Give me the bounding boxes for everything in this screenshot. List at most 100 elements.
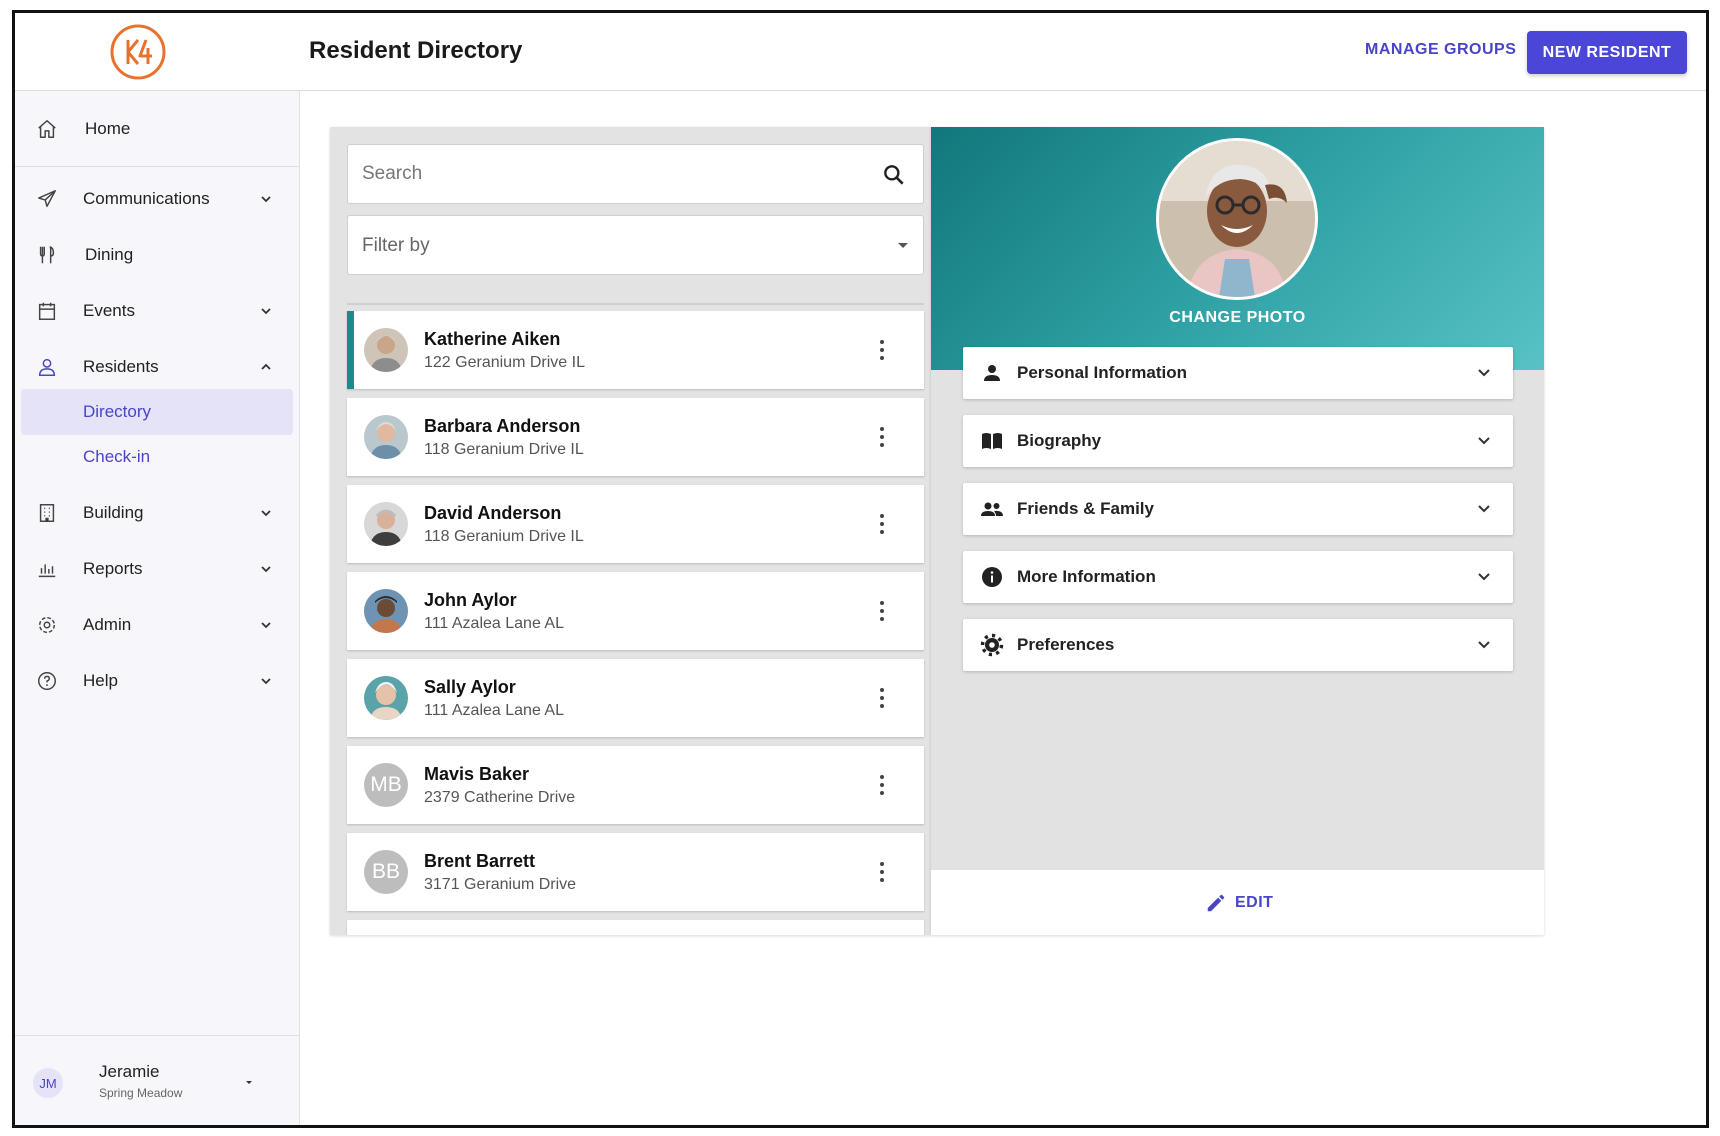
more-vert-icon[interactable]	[875, 338, 889, 362]
more-vert-icon[interactable]	[875, 686, 889, 710]
resident-name: Brent Barrett	[424, 851, 536, 871]
more-vert-icon[interactable]	[875, 860, 889, 884]
more-vert-icon[interactable]	[875, 773, 889, 797]
edit-button-content: EDIT	[1205, 892, 1273, 914]
sidebar-item-label: Home	[85, 119, 131, 138]
more-vert-icon[interactable]	[875, 599, 889, 623]
sidebar-item-label: Reports	[83, 559, 143, 578]
app-window: Resident Directory MANAGE GROUPS NEW RES…	[12, 10, 1709, 1128]
resident-photo	[364, 328, 408, 372]
person-icon	[984, 365, 1000, 381]
resident-address: 118 Geranium Drive IL	[424, 441, 584, 458]
manage-groups-button[interactable]: MANAGE GROUPS	[1365, 41, 1516, 59]
profile-header: CHANGE PHOTO	[931, 127, 1544, 370]
resident-detail-panel: CHANGE PHOTO Personal Information Biogra…	[931, 127, 1544, 935]
calendar-icon	[35, 299, 59, 323]
home-icon	[35, 117, 59, 141]
search-field[interactable]	[347, 144, 924, 204]
section-label: Friends & Family	[1017, 499, 1154, 518]
resident-card[interactable]: Barbara Anderson 118 Geranium Drive IL	[347, 398, 924, 476]
sidebar-item-communications[interactable]: Communications	[15, 171, 299, 227]
resident-photo	[364, 589, 408, 633]
sidebar-item-events[interactable]: Events	[15, 283, 299, 339]
resident-photo	[364, 676, 408, 720]
search-icon[interactable]	[881, 162, 907, 188]
section-personal-information[interactable]: Personal Information	[963, 347, 1513, 399]
chevron-down-icon	[261, 566, 271, 573]
chevron-down-icon	[261, 678, 271, 685]
k4-logo[interactable]	[108, 22, 168, 82]
info-icon	[982, 567, 1002, 587]
sidebar-item-reports[interactable]: Reports	[15, 541, 299, 597]
resident-initials-avatar: BB	[364, 850, 408, 894]
resident-name: Katherine Aiken	[424, 329, 561, 349]
utensils-icon	[35, 243, 59, 267]
resident-card[interactable]: BB Brent Barrett 3171 Geranium Drive	[347, 833, 924, 911]
more-vert-icon[interactable]	[875, 512, 889, 536]
sidebar-item-directory[interactable]: Directory	[21, 389, 293, 435]
chevron-down-icon	[1478, 573, 1490, 581]
section-more-information[interactable]: More Information	[963, 551, 1513, 603]
avatar: JM	[33, 1068, 63, 1098]
resident-address: 2379 Catherine Drive	[424, 789, 576, 806]
resident-card-partial[interactable]	[347, 920, 924, 935]
resident-card[interactable]: Sally Aylor 111 Azalea Lane AL	[347, 659, 924, 737]
resident-list: Katherine Aiken 122 Geranium Drive IL Ba…	[347, 311, 924, 935]
new-resident-button[interactable]: NEW RESIDENT	[1527, 31, 1687, 74]
sidebar-item-label: Communications	[83, 189, 210, 208]
chevron-down-icon	[1478, 641, 1490, 649]
filter-select[interactable]: Filter by	[347, 215, 924, 275]
send-icon	[35, 187, 59, 211]
sidebar-item-label: Dining	[85, 245, 134, 264]
sidebar-item-residents[interactable]: Residents	[15, 339, 299, 395]
sidebar-item-label: Events	[83, 301, 135, 320]
sidebar-item-help[interactable]: Help	[15, 653, 299, 709]
chevron-down-icon	[261, 622, 271, 629]
section-label: More Information	[1017, 567, 1156, 586]
user-menu[interactable]: JM Jeramie Spring Meadow	[15, 1035, 299, 1125]
resident-photo	[364, 415, 408, 459]
profile-photo[interactable]	[1156, 138, 1318, 300]
resident-name: Sally Aylor	[424, 677, 516, 697]
resident-card[interactable]: Katherine Aiken 122 Geranium Drive IL	[347, 311, 924, 389]
resident-card[interactable]: David Anderson 118 Geranium Drive IL	[347, 485, 924, 563]
resident-name: David Anderson	[424, 503, 562, 523]
book-icon	[982, 433, 1002, 449]
search-input[interactable]	[362, 145, 862, 203]
sidebar: Home Communications Dining Events Reside…	[15, 91, 300, 1125]
sidebar-item-label: Admin	[83, 615, 132, 634]
edit-label: EDIT	[1235, 894, 1274, 911]
chevron-down-icon	[261, 308, 271, 315]
page-title: Resident Directory	[309, 37, 523, 64]
chevron-down-icon	[1478, 505, 1490, 513]
resident-address: 111 Azalea Lane AL	[424, 615, 564, 632]
more-vert-icon[interactable]	[875, 425, 889, 449]
resident-name: Mavis Baker	[424, 764, 530, 784]
resident-name: John Aylor	[424, 590, 517, 610]
sidebar-item-building[interactable]: Building	[15, 485, 299, 541]
sidebar-item-checkin[interactable]: Check-in	[21, 434, 293, 480]
edit-button[interactable]: EDIT	[931, 869, 1544, 935]
resident-card[interactable]: MB Mavis Baker 2379 Catherine Drive	[347, 746, 924, 824]
sidebar-item-label: Residents	[83, 357, 159, 376]
section-label: Personal Information	[1017, 363, 1188, 382]
section-preferences[interactable]: Preferences	[963, 619, 1513, 671]
building-icon	[35, 501, 59, 525]
gear-icon	[35, 613, 59, 637]
chevron-down-icon	[1478, 437, 1490, 445]
resident-card[interactable]: John Aylor 111 Azalea Lane AL	[347, 572, 924, 650]
sidebar-item-admin[interactable]: Admin	[15, 597, 299, 653]
change-photo-button[interactable]: CHANGE PHOTO	[931, 309, 1544, 327]
caret-down-icon	[246, 1081, 252, 1084]
section-biography[interactable]: Biography	[963, 415, 1513, 467]
resident-photo	[364, 502, 408, 546]
gear-icon	[980, 633, 1004, 657]
section-label: Biography	[1017, 431, 1102, 450]
top-bar: Resident Directory MANAGE GROUPS NEW RES…	[15, 13, 1706, 91]
people-icon	[981, 502, 1003, 516]
resident-initials-avatar: MB	[364, 763, 408, 807]
sidebar-item-dining[interactable]: Dining	[15, 227, 299, 283]
resident-address: 111 Azalea Lane AL	[424, 702, 564, 719]
section-friends-family[interactable]: Friends & Family	[963, 483, 1513, 535]
sidebar-item-home[interactable]: Home	[15, 101, 299, 157]
